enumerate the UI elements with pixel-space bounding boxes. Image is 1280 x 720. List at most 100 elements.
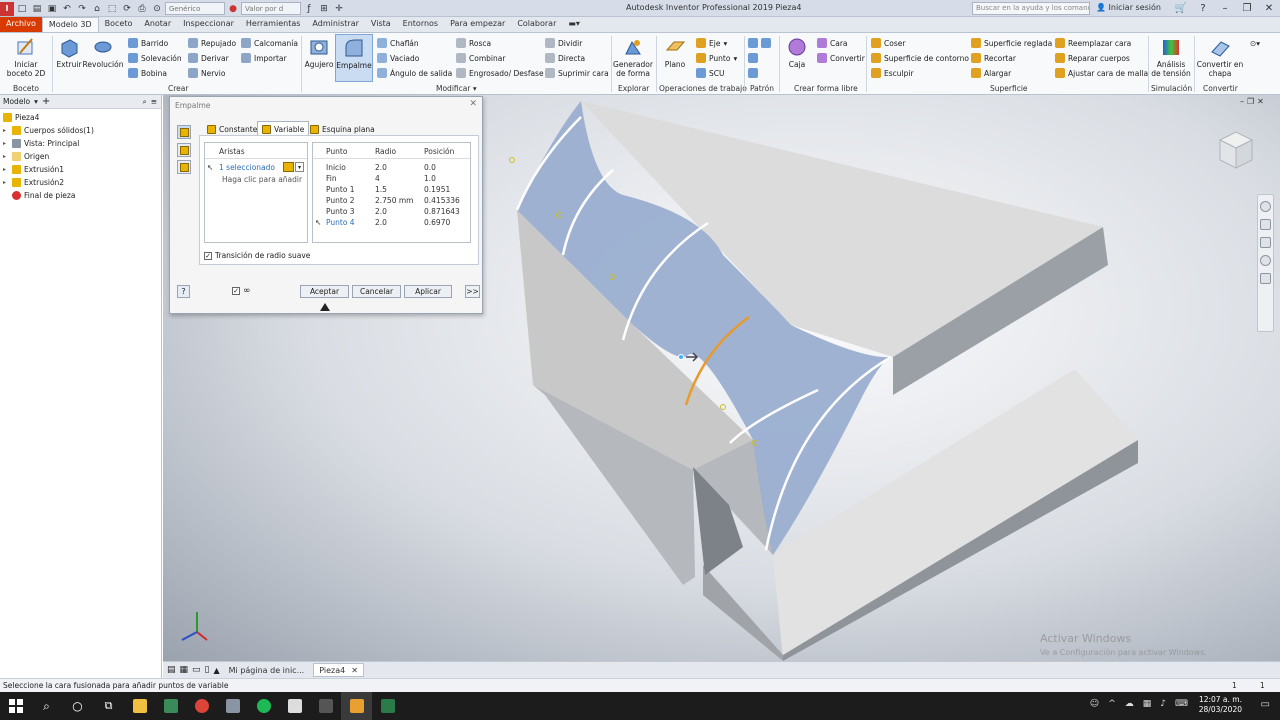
doc-tab-close-icon[interactable]: ✕ [351,666,358,675]
browser-title[interactable]: Modelo [3,97,30,106]
color-icon[interactable]: ● [226,2,240,16]
cell-radio[interactable]: 4 [375,174,380,183]
home-icon[interactable]: ⌂ [90,2,104,16]
tab-vista[interactable]: Vista [365,17,397,32]
vertical-icon[interactable]: ▯ [205,665,210,675]
start-sketch-button[interactable]: Iniciar boceto 2D [6,36,46,78]
stress-analysis-button[interactable]: Análisis de tensión [1151,36,1191,78]
file-explorer-icon[interactable] [124,692,155,720]
tile-icon[interactable]: ▤ [167,665,176,675]
cloud-icon[interactable]: ☁ [1125,699,1134,709]
steering-wheel-icon[interactable] [1260,201,1271,212]
tab-administrar[interactable]: Administrar [306,17,365,32]
table-row[interactable]: Inicio 2.0 0.0 [313,163,470,174]
open-icon[interactable]: ▤ [30,2,44,16]
preview-checkbox[interactable]: ✓ [232,287,240,295]
cell-posicion[interactable]: 1.0 [424,174,436,183]
cortana-icon[interactable]: ○ [62,692,93,720]
sign-in-link[interactable]: 👤 Iniciar sesión [1096,3,1161,12]
tree-item-part[interactable]: Pieza4 [3,113,39,122]
preview-toggle[interactable]: ✓ ∞ [232,286,251,296]
import-button[interactable]: Importar [241,52,287,64]
zoom-icon[interactable] [1260,237,1271,248]
draft-button[interactable]: Ángulo de salida [377,67,452,79]
undo-icon[interactable]: ↶ [60,2,74,16]
convert-button[interactable]: Convertir [817,52,865,64]
help-search-input[interactable]: Buscar en la ayuda y los comand [972,2,1090,15]
ribbon-options-icon[interactable]: ⊙▾ [1250,37,1260,49]
split-button[interactable]: Dividir [545,37,582,49]
loft-button[interactable]: Solevación [128,52,182,64]
task-view-icon[interactable]: ⧉ [93,692,124,720]
tree-item-extrusion1[interactable]: ▸ Extrusión1 [3,165,64,174]
box-button[interactable]: Caja [784,36,810,69]
sweep-button[interactable]: Barrido [128,37,168,49]
full-round-mode-button[interactable] [177,160,191,174]
edge-fillet-mode-button[interactable] [177,125,191,139]
crosshair-icon[interactable]: ✛ [332,2,346,16]
combine-button[interactable]: Combinar [456,52,505,64]
cell-radio[interactable]: 2.0 [375,207,387,216]
point-button[interactable]: Punto ▾ [696,52,737,64]
expand-icon[interactable]: ▸ [3,153,9,160]
extend-button[interactable]: Alargar [971,67,1011,79]
cell-radio[interactable]: 2.0 [375,218,387,227]
rect-pattern-button[interactable] [748,37,771,49]
sculpt-button[interactable]: Esculpir [871,67,914,79]
base-front-face[interactable] [703,565,783,661]
minimize-icon[interactable]: – [1214,0,1236,17]
tree-item-origin[interactable]: ▸ Origen [3,152,49,161]
language-icon[interactable]: ⌨ [1175,699,1188,709]
cart-icon[interactable]: 🛒 [1170,0,1192,17]
redo-icon[interactable]: ↷ [75,2,89,16]
table-row[interactable]: Punto 1 1.5 0.1951 [313,185,470,196]
notifications-icon[interactable]: ▭ [1261,699,1270,710]
cell-posicion[interactable]: 0.871643 [424,207,460,216]
tab-list-icon[interactable]: ▲ [214,666,220,675]
app-icon[interactable] [279,692,310,720]
patch-button[interactable]: Superficie de contorno [871,52,969,64]
axis-button[interactable]: Eje ▾ [696,37,727,49]
vp-close-icon[interactable]: ✕ [1257,97,1264,106]
fillet-point-marker[interactable] [720,404,726,410]
extrude-button[interactable]: Extruir [56,36,82,69]
app-icon[interactable] [155,692,186,720]
chevron-up-icon[interactable]: ^ [1108,699,1116,709]
plane-button[interactable]: Plano [661,36,689,69]
look-at-icon[interactable] [1260,273,1271,284]
face-button[interactable]: Cara [817,37,848,49]
table-row[interactable]: ↖ Punto 4 2.0 0.6970 [313,218,470,229]
browser-menu-icon[interactable]: ▾ [34,97,38,106]
browser-search-icon[interactable]: ⌕ [143,97,147,107]
edge-select-dropdown-icon[interactable]: ▾ [295,162,304,172]
speaker-icon[interactable]: ♪ [1160,699,1166,709]
calculator-icon[interactable] [310,692,341,720]
replace-face-button[interactable]: Reemplazar cara [1055,37,1131,49]
face-fillet-mode-button[interactable] [177,143,191,157]
shape-generator-button[interactable]: Generador de forma [613,36,653,78]
cell-posicion[interactable]: 0.1951 [424,185,450,194]
edges-list[interactable]: Aristas ↖ 1 seleccionado ▾ Haga clic par… [204,142,308,243]
tab-inspeccionar[interactable]: Inspeccionar [177,17,240,32]
cancel-button[interactable]: Cancelar [352,285,401,298]
shell-button[interactable]: Vaciado [377,52,419,64]
expand-icon[interactable]: ▸ [3,179,9,186]
edge-select-button[interactable] [283,162,294,172]
stitch-button[interactable]: Coser [871,37,905,49]
expand-icon[interactable]: ▸ [3,166,9,173]
cell-radio[interactable]: 2.750 mm [375,196,413,205]
chrome-icon[interactable] [186,692,217,720]
edges-selected[interactable]: 1 seleccionado [219,163,275,172]
tab-variable[interactable]: Variable [257,121,310,135]
cell-posicion[interactable]: 0.6970 [424,218,450,227]
tab-entornos[interactable]: Entornos [397,17,444,32]
tab-constante[interactable]: Constante [203,121,261,135]
measure-icon[interactable]: ⊞ [317,2,331,16]
tab-esquina-plana[interactable]: Esquina plana [306,121,379,135]
dialog-grip-icon[interactable] [320,303,330,311]
close-icon[interactable]: ✕ [1258,0,1280,17]
tab-herramientas[interactable]: Herramientas [240,17,307,32]
derive-button[interactable]: Derivar [188,52,229,64]
add-panel-icon[interactable]: + [42,96,50,107]
tree-item-extrusion2[interactable]: ▸ Extrusión2 [3,178,64,187]
